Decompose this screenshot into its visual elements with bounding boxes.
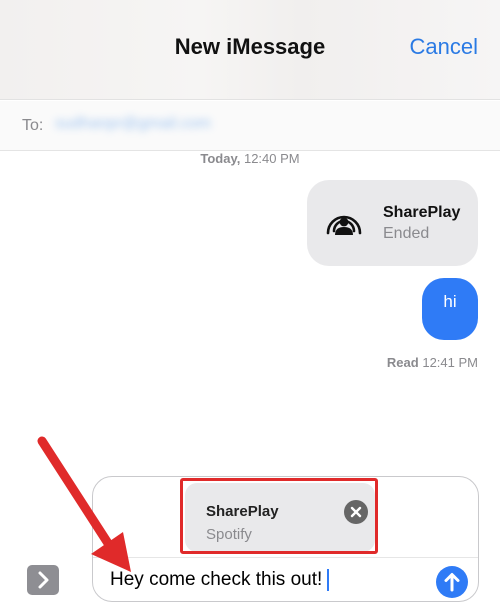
read-receipt: Read 12:41 PM (387, 355, 478, 370)
attachment-title: SharePlay (206, 503, 279, 520)
recipient-address[interactable]: sudhanpr@gmail.com (55, 115, 211, 133)
cancel-button[interactable]: Cancel (410, 34, 478, 60)
shareplay-icon (326, 215, 362, 235)
conversation-timestamp: Today, 12:40 PM (0, 151, 500, 166)
sent-message-bubble[interactable]: hi (422, 278, 478, 340)
shareplay-attachment-card[interactable]: SharePlay Spotify (185, 483, 375, 552)
navigation-header: New iMessage Cancel (0, 0, 500, 100)
expand-apps-button[interactable] (27, 565, 59, 595)
attachment-subtitle: Spotify (206, 526, 252, 543)
sent-message-text: hi (443, 292, 457, 311)
message-input[interactable] (110, 566, 430, 594)
compose-divider (93, 557, 478, 558)
send-button[interactable] (436, 566, 468, 598)
compose-box: SharePlay Spotify (92, 476, 479, 602)
shareplay-status: Ended (383, 225, 430, 242)
timestamp-day: Today, (200, 151, 241, 166)
to-label: To: (22, 117, 44, 134)
arrow-up-icon (444, 573, 460, 592)
remove-attachment-button[interactable] (344, 500, 368, 524)
chevron-right-icon (38, 571, 49, 589)
read-label: Read (386, 355, 419, 370)
text-cursor (327, 569, 329, 591)
recipient-row[interactable]: To: sudhanpr@gmail.com (0, 101, 500, 151)
close-icon (350, 506, 362, 518)
read-time: 12:41 PM (422, 355, 478, 370)
timestamp-time: 12:40 PM (243, 151, 300, 166)
shareplay-message-bubble[interactable]: SharePlay Ended (307, 180, 478, 266)
shareplay-title: SharePlay (383, 204, 461, 221)
